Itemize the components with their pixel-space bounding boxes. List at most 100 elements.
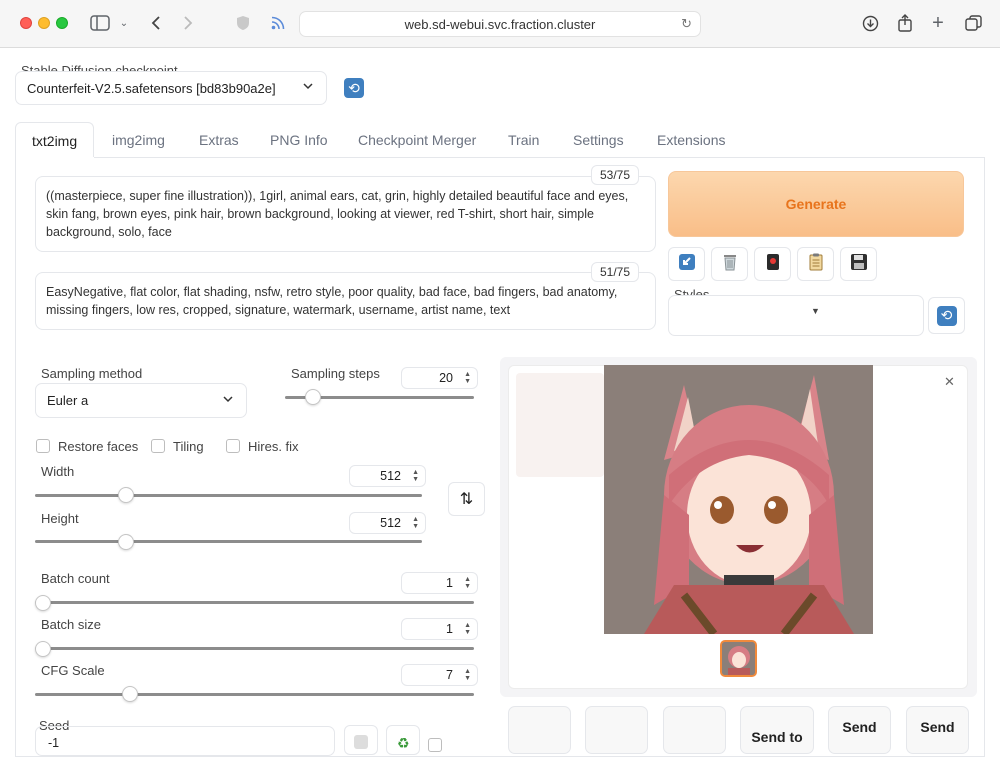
stepper-icon[interactable]: ▲ ▼ [464, 576, 471, 590]
width-input[interactable]: 512 ▲ ▼ [349, 465, 426, 487]
recycle-icon: ♻ [397, 735, 410, 751]
sidebar-icon[interactable] [89, 12, 111, 34]
close-icon[interactable]: ✕ [944, 374, 955, 390]
gallery-thumbnail-selected[interactable] [720, 640, 757, 677]
refresh-icon: ⟲ [344, 78, 364, 98]
reuse-seed-button[interactable]: ♻ [386, 725, 420, 755]
rss-icon[interactable] [268, 12, 288, 34]
back-icon[interactable] [146, 12, 166, 34]
sampling-steps-input[interactable]: 20 ▲ ▼ [401, 367, 478, 389]
tab-train[interactable]: Train [508, 122, 539, 158]
chevron-down-icon [302, 80, 314, 95]
forward-icon[interactable] [178, 12, 198, 34]
stepper-icon[interactable]: ▲ ▼ [412, 469, 419, 483]
tab-settings[interactable]: Settings [573, 122, 624, 158]
show-extra-networks-button[interactable] [754, 247, 791, 281]
width-label: Width [41, 464, 75, 479]
restore-faces-label: Restore faces [58, 439, 139, 454]
save-button[interactable] [585, 706, 648, 754]
hires-fix-label: Hires. fix [248, 439, 299, 454]
batch-size-input[interactable]: 1 ▲ ▼ [401, 618, 478, 640]
zoom-window-button[interactable] [56, 17, 68, 29]
prompt-token-counter: 53/75 [591, 165, 640, 185]
zip-button[interactable] [663, 706, 726, 754]
reload-icon[interactable]: ↻ [681, 16, 692, 32]
tiling-checkbox[interactable] [151, 439, 165, 453]
negative-prompt-textarea[interactable]: EasyNegative, flat color, flat shading, … [35, 272, 656, 330]
extra-seed-checkbox[interactable] [428, 738, 442, 752]
read-params-button[interactable] [668, 247, 705, 281]
batch-count-slider-track[interactable] [35, 601, 474, 604]
height-value: 512 [380, 516, 401, 530]
negative-prompt-token-counter: 51/75 [591, 262, 640, 282]
tab-png-info[interactable]: PNG Info [270, 122, 328, 158]
refresh-styles-button[interactable]: ⟲ [928, 297, 965, 334]
stepper-icon[interactable]: ▲ ▼ [412, 516, 419, 530]
batch-count-slider-thumb[interactable] [35, 595, 51, 611]
height-slider-track[interactable] [35, 540, 422, 543]
main-tabs: txt2img img2img Extras PNG Info Checkpoi… [15, 122, 985, 158]
tab-txt2img[interactable]: txt2img [15, 122, 95, 158]
trash-icon [720, 252, 740, 277]
caret-down-icon: ▼ [811, 306, 820, 316]
tab-divider [94, 157, 985, 158]
sampling-method-label: Sampling method [41, 366, 143, 381]
negative-prompt-text: EasyNegative, flat color, flat shading, … [46, 285, 618, 317]
width-slider-thumb[interactable] [118, 487, 134, 503]
cfg-scale-slider-track[interactable] [35, 693, 474, 696]
shield-icon[interactable] [233, 12, 253, 34]
clear-prompt-button[interactable] [711, 247, 748, 281]
refresh-checkpoint-button[interactable]: ⟲ [337, 71, 371, 105]
close-window-button[interactable] [20, 17, 32, 29]
stepper-icon[interactable]: ▲ ▼ [464, 622, 471, 636]
tab-checkpoint-merger[interactable]: Checkpoint Merger [358, 122, 476, 158]
tab-overview-icon[interactable] [963, 12, 983, 34]
stepper-icon[interactable]: ▲ ▼ [464, 371, 471, 385]
tab-extras[interactable]: Extras [199, 122, 239, 158]
height-slider-thumb[interactable] [118, 534, 134, 550]
sampling-steps-slider-thumb[interactable] [305, 389, 321, 405]
swap-dimensions-button[interactable]: ⇅ [448, 482, 485, 516]
cfg-scale-slider-thumb[interactable] [122, 686, 138, 702]
new-tab-icon[interactable]: + [928, 12, 948, 34]
generated-image[interactable] [604, 365, 873, 634]
batch-count-label: Batch count [41, 571, 110, 586]
batch-count-input[interactable]: 1 ▲ ▼ [401, 572, 478, 594]
generate-button[interactable]: Generate [668, 171, 964, 237]
apply-styles-button[interactable] [797, 247, 834, 281]
send-to-inpaint-button[interactable]: Send [906, 706, 969, 754]
cfg-scale-input[interactable]: 7 ▲ ▼ [401, 664, 478, 686]
open-folder-button[interactable] [508, 706, 571, 754]
sampling-method-dropdown[interactable]: Euler a [35, 383, 247, 418]
checkpoint-dropdown[interactable]: Counterfeit-V2.5.safetensors [bd83b90a2e… [15, 71, 327, 105]
send-to-img2img-button[interactable]: Send [828, 706, 891, 754]
dice-icon [354, 735, 368, 749]
restore-faces-checkbox[interactable] [36, 439, 50, 453]
height-label: Height [41, 511, 79, 526]
seed-input[interactable]: -1 [35, 726, 335, 756]
batch-size-slider-thumb[interactable] [35, 641, 51, 657]
width-slider-track[interactable] [35, 494, 422, 497]
address-bar[interactable]: web.sd-webui.svc.fraction.cluster ↻ [299, 11, 701, 37]
refresh-icon: ⟲ [936, 305, 957, 326]
download-icon[interactable] [860, 12, 880, 34]
height-input[interactable]: 512 ▲ ▼ [349, 512, 426, 534]
minimize-window-button[interactable] [38, 17, 50, 29]
stepper-icon[interactable]: ▲ ▼ [464, 668, 471, 682]
hires-fix-checkbox[interactable] [226, 439, 240, 453]
chevron-down-icon[interactable]: ⌄ [117, 12, 131, 34]
seed-value: -1 [48, 736, 60, 750]
batch-size-slider-track[interactable] [35, 647, 474, 650]
checkpoint-value: Counterfeit-V2.5.safetensors [bd83b90a2e… [27, 81, 276, 96]
tab-img2img[interactable]: img2img [112, 122, 165, 158]
prompt-textarea[interactable]: ((masterpiece, super fine illustration))… [35, 176, 656, 252]
styles-dropdown[interactable]: ▼ [668, 295, 924, 336]
share-icon[interactable] [895, 12, 915, 34]
save-style-button[interactable] [840, 247, 877, 281]
send-to-button[interactable]: Send to [740, 706, 814, 754]
cfg-scale-value: 7 [446, 668, 453, 682]
batch-size-label: Batch size [41, 617, 101, 632]
floppy-disk-icon [849, 252, 869, 277]
tab-extensions[interactable]: Extensions [657, 122, 725, 158]
random-seed-button[interactable] [344, 725, 378, 755]
